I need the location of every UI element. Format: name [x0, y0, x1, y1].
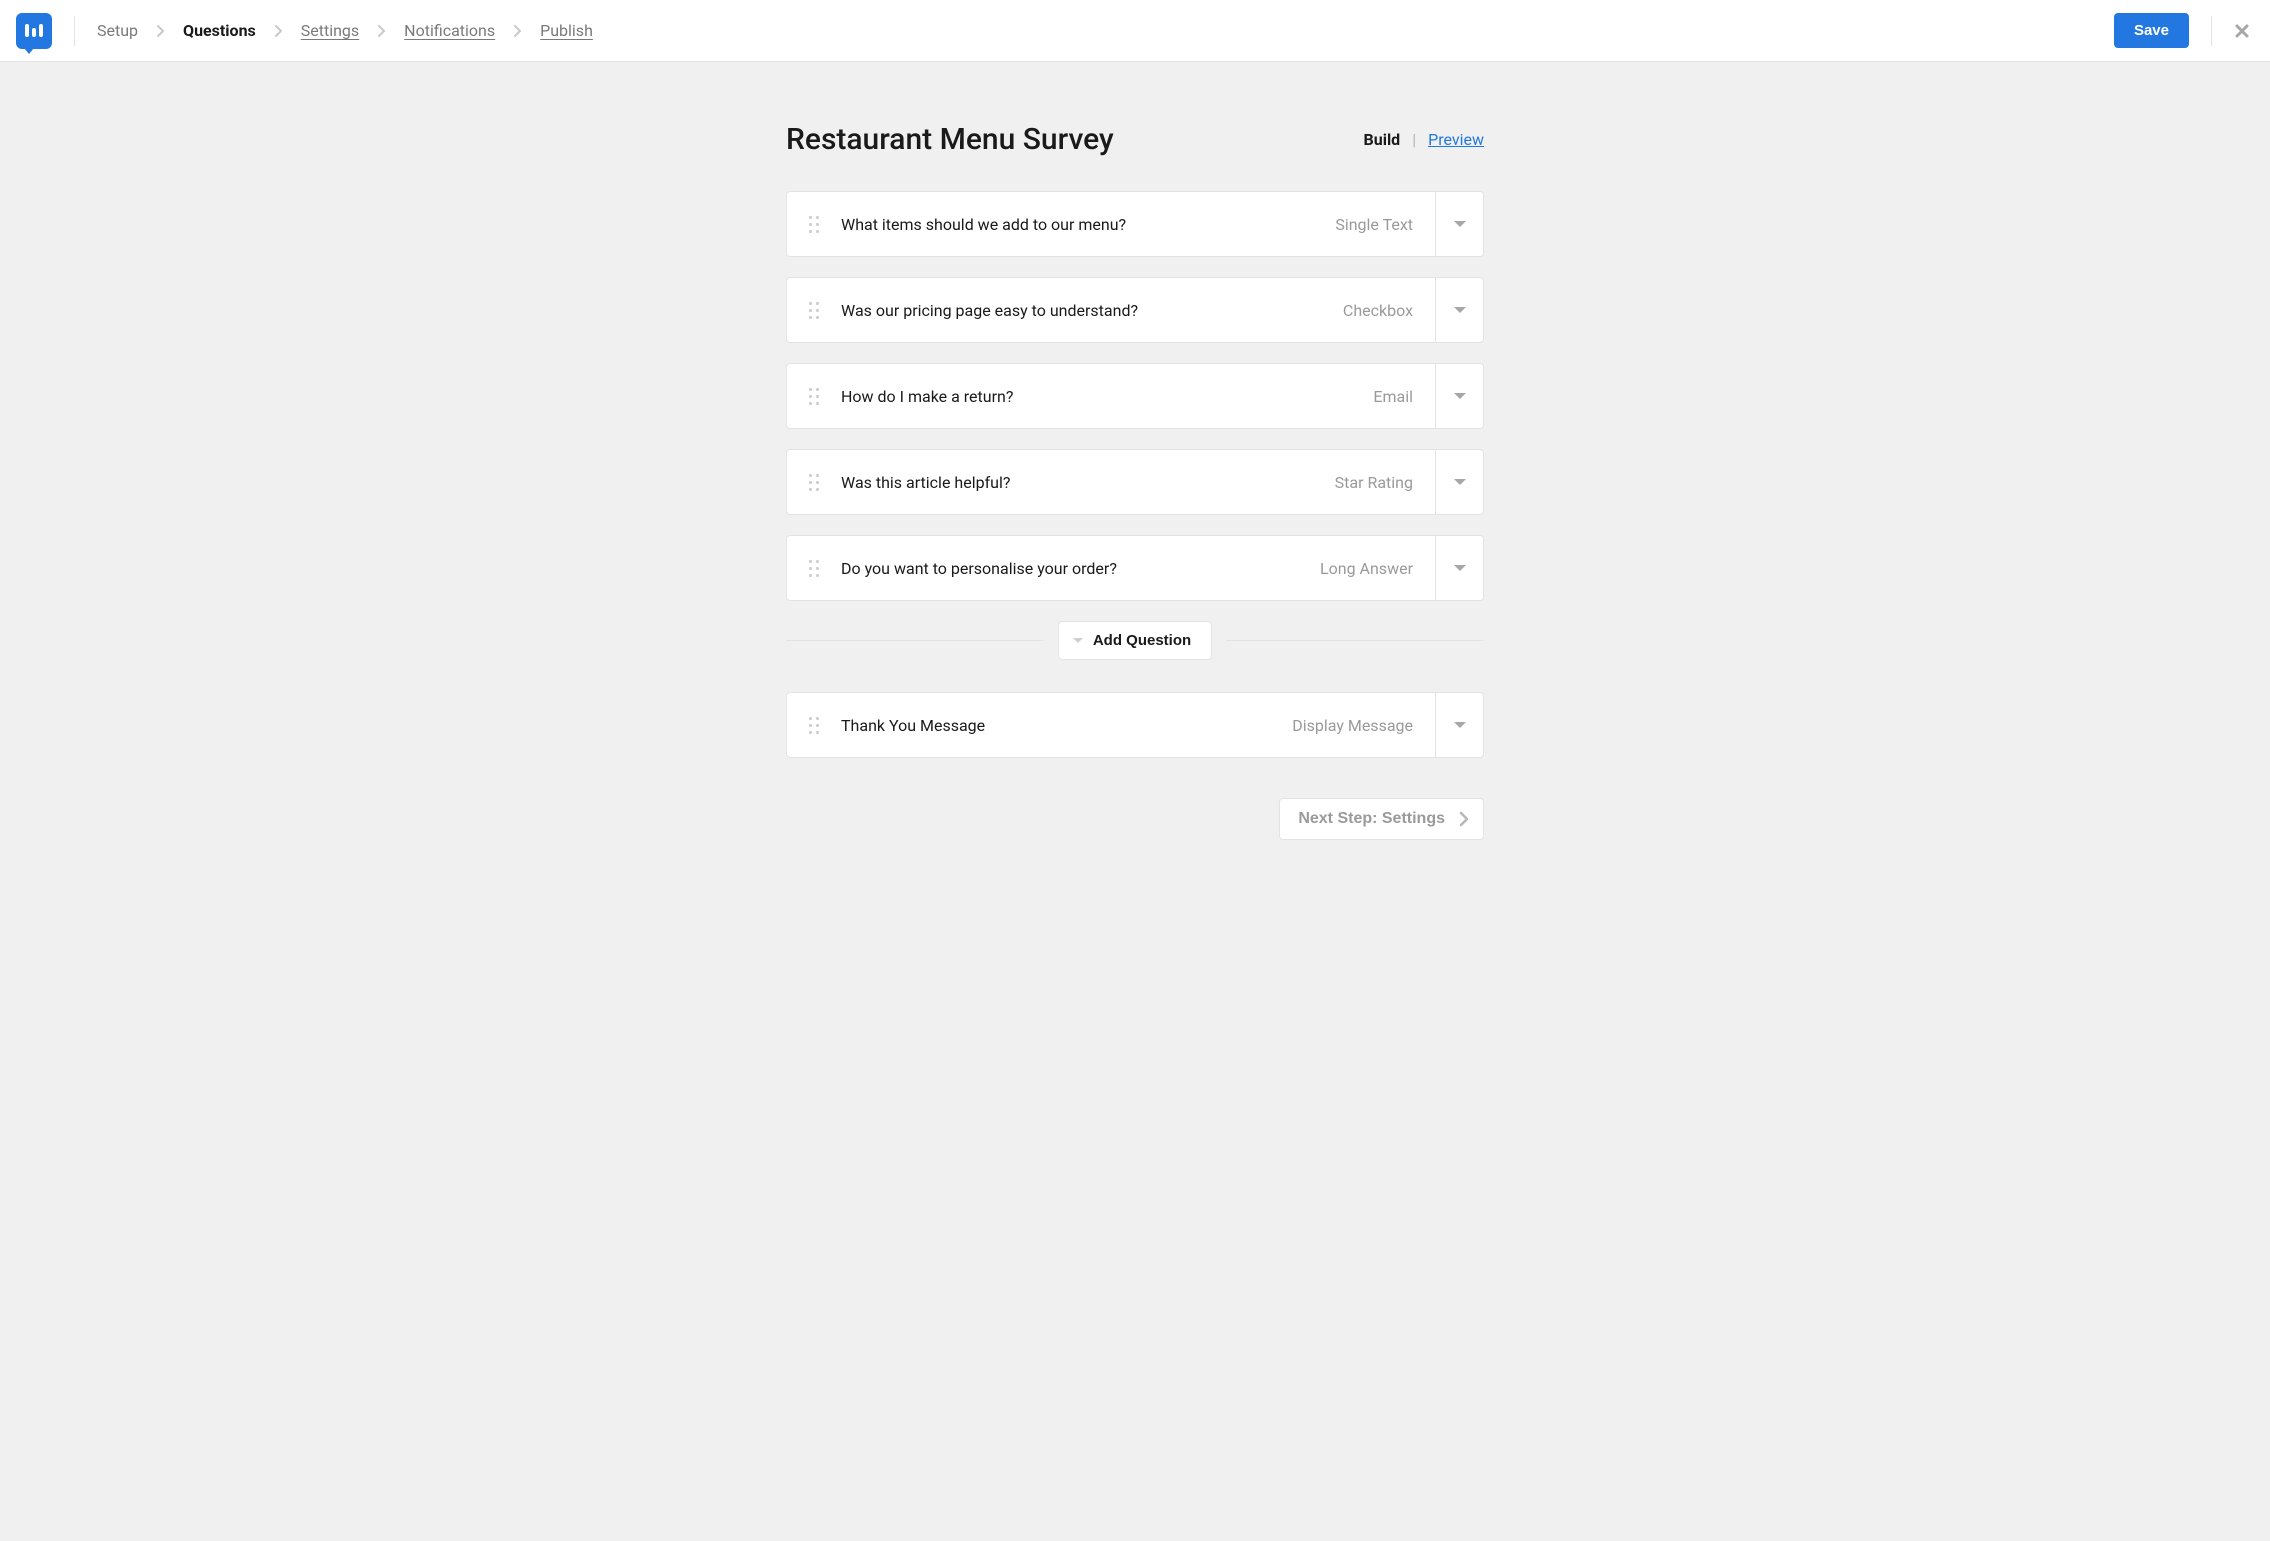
main-content: Restaurant Menu Survey Build | Preview W… [786, 62, 1484, 900]
next-step-label: Next Step: Settings [1298, 810, 1445, 828]
question-card[interactable]: Was our pricing page easy to understand?… [786, 277, 1484, 343]
question-type: Star Rating [1335, 473, 1413, 492]
question-text: What items should we add to our menu? [841, 215, 1313, 234]
add-question-row: Add Question [786, 621, 1484, 660]
chevron-right-icon [1459, 811, 1469, 827]
card-main: Was this article helpful? Star Rating [787, 450, 1435, 514]
caret-down-icon [1454, 479, 1466, 485]
question-type: Checkbox [1343, 301, 1413, 320]
expand-toggle[interactable] [1435, 693, 1483, 757]
card-main: Do you want to personalise your order? Lo… [787, 536, 1435, 600]
question-type: Single Text [1335, 215, 1413, 234]
thank-you-card[interactable]: Thank You Message Display Message [786, 692, 1484, 758]
expand-toggle[interactable] [1435, 450, 1483, 514]
drag-handle-icon[interactable] [809, 388, 819, 405]
question-card[interactable]: Was this article helpful? Star Rating [786, 449, 1484, 515]
app-logo[interactable] [16, 13, 52, 49]
drag-handle-icon[interactable] [809, 474, 819, 491]
divider [786, 640, 1044, 641]
question-card[interactable]: How do I make a return? Email [786, 363, 1484, 429]
questions-list: What items should we add to our menu? Sin… [786, 191, 1484, 601]
chevron-right-icon [377, 24, 386, 38]
mode-toggle: Build | Preview [1364, 130, 1484, 149]
logo-bars-icon [25, 24, 43, 37]
card-main: What items should we add to our menu? Sin… [787, 192, 1435, 256]
add-question-label: Add Question [1093, 632, 1191, 649]
add-question-button[interactable]: Add Question [1058, 621, 1212, 660]
title-row: Restaurant Menu Survey Build | Preview [786, 122, 1484, 157]
question-card[interactable]: Do you want to personalise your order? Lo… [786, 535, 1484, 601]
caret-down-icon [1454, 393, 1466, 399]
question-type: Long Answer [1320, 559, 1413, 578]
question-type: Email [1373, 387, 1413, 406]
footer-row: Next Step: Settings [786, 798, 1484, 840]
chevron-right-icon [513, 24, 522, 38]
question-text: Do you want to personalise your order? [841, 559, 1298, 578]
drag-handle-icon[interactable] [809, 560, 819, 577]
caret-down-icon [1073, 638, 1083, 643]
divider [74, 16, 75, 46]
card-main: How do I make a return? Email [787, 364, 1435, 428]
card-main: Thank You Message Display Message [787, 693, 1435, 757]
drag-handle-icon[interactable] [809, 216, 819, 233]
question-card[interactable]: What items should we add to our menu? Sin… [786, 191, 1484, 257]
mode-build[interactable]: Build [1364, 130, 1401, 149]
crumb-notifications[interactable]: Notifications [404, 21, 495, 40]
question-type: Display Message [1292, 716, 1413, 735]
question-text: Was our pricing page easy to understand? [841, 301, 1321, 320]
divider [1226, 640, 1484, 641]
question-text: Thank You Message [841, 716, 1270, 735]
chevron-right-icon [156, 24, 165, 38]
divider: | [1412, 130, 1416, 149]
divider [2211, 16, 2212, 46]
drag-handle-icon[interactable] [809, 717, 819, 734]
caret-down-icon [1454, 722, 1466, 728]
breadcrumb: Setup Questions Settings Notifications P… [97, 21, 2114, 40]
crumb-settings[interactable]: Settings [301, 21, 359, 40]
close-icon[interactable] [2234, 23, 2250, 39]
next-step-button[interactable]: Next Step: Settings [1279, 798, 1484, 840]
page-title: Restaurant Menu Survey [786, 122, 1114, 157]
drag-handle-icon[interactable] [809, 302, 819, 319]
question-text: How do I make a return? [841, 387, 1351, 406]
mode-preview[interactable]: Preview [1428, 130, 1484, 149]
card-main: Was our pricing page easy to understand?… [787, 278, 1435, 342]
crumb-setup[interactable]: Setup [97, 21, 138, 40]
expand-toggle[interactable] [1435, 192, 1483, 256]
crumb-publish[interactable]: Publish [540, 21, 593, 40]
chevron-right-icon [274, 24, 283, 38]
caret-down-icon [1454, 307, 1466, 313]
expand-toggle[interactable] [1435, 278, 1483, 342]
crumb-questions[interactable]: Questions [183, 21, 256, 40]
caret-down-icon [1454, 565, 1466, 571]
topbar: Setup Questions Settings Notifications P… [0, 0, 2270, 62]
expand-toggle[interactable] [1435, 364, 1483, 428]
expand-toggle[interactable] [1435, 536, 1483, 600]
question-text: Was this article helpful? [841, 473, 1313, 492]
caret-down-icon [1454, 221, 1466, 227]
save-button[interactable]: Save [2114, 13, 2189, 48]
